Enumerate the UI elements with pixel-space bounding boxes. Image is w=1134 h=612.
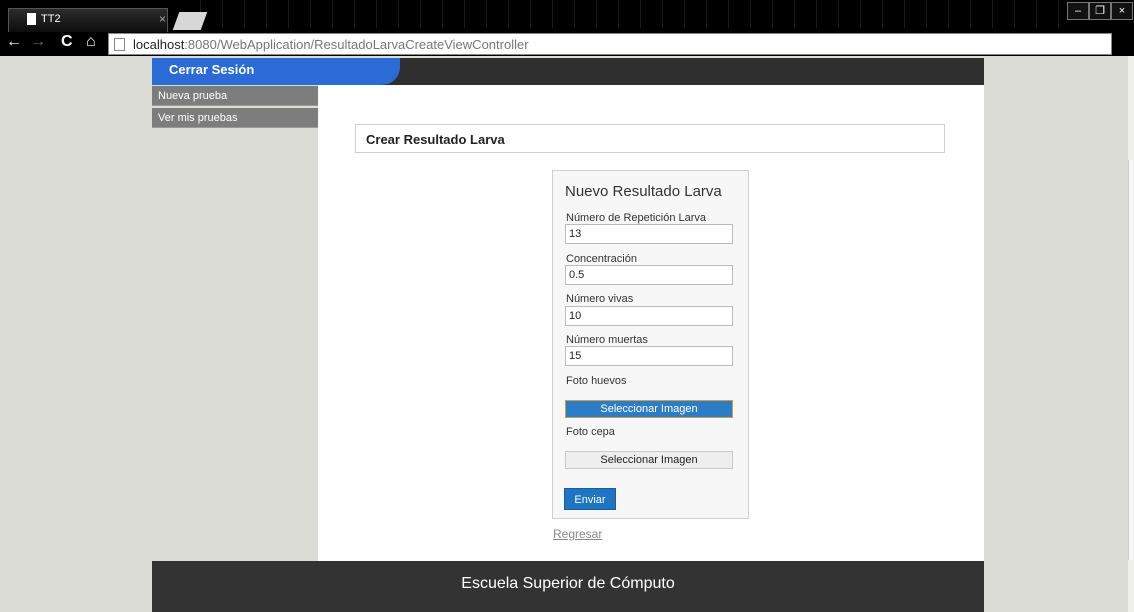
page-icon: [114, 38, 125, 51]
back-link[interactable]: Regresar: [553, 527, 602, 541]
logout-button[interactable]: Cerrar Sesión: [152, 58, 400, 85]
url-text: localhost:8080/WebApplication/ResultadoL…: [133, 37, 529, 52]
panel-header: Crear Resultado Larva: [355, 124, 945, 153]
tab-close-icon[interactable]: ×: [159, 12, 166, 26]
muertas-label: Número muertas: [566, 334, 648, 346]
close-icon[interactable]: ×: [1111, 2, 1133, 20]
footer-text: Escuela Superior de Cómputo: [461, 575, 675, 592]
form-title: Nuevo Resultado Larva: [565, 183, 722, 200]
home-icon[interactable]: ⌂: [86, 33, 96, 51]
sidebar: [152, 85, 318, 561]
scrollbar-thumb[interactable]: [1128, 160, 1134, 560]
url-path: :8080/WebApplication/ResultadoLarvaCreat…: [184, 37, 529, 52]
restore-icon[interactable]: ❐: [1089, 2, 1111, 20]
select-image-strain-button[interactable]: Seleccionar Imagen: [565, 451, 733, 469]
browser-toolbar: ← → C ⌂ localhost:8080/WebApplication/Re…: [0, 32, 1134, 83]
forward-icon[interactable]: →: [30, 33, 46, 51]
browser-tab[interactable]: TT2 ×: [8, 8, 168, 32]
sidebar-item-ver-mis-pruebas[interactable]: Ver mis pruebas: [152, 108, 318, 128]
sidebar-item-nueva-prueba[interactable]: Nueva prueba: [152, 86, 318, 106]
url-host: localhost: [133, 37, 185, 52]
tab-bar-background: [200, 0, 1064, 28]
foto-huevos-label: Foto huevos: [566, 375, 627, 387]
vivas-input[interactable]: [565, 306, 733, 326]
muertas-input[interactable]: [565, 346, 733, 366]
repeticion-label: Número de Repetición Larva: [566, 212, 707, 224]
submit-button[interactable]: Enviar: [564, 488, 616, 510]
concentracion-input[interactable]: [565, 265, 733, 285]
page-title: Crear Resultado Larva: [366, 132, 505, 147]
select-image-eggs-button[interactable]: Seleccionar Imagen: [565, 400, 733, 418]
vivas-label: Número vivas: [566, 293, 634, 305]
footer: Escuela Superior de Cómputo: [152, 561, 984, 612]
reload-icon[interactable]: C: [61, 33, 73, 51]
logout-label: Cerrar Sesión: [169, 62, 255, 77]
foto-cepa-label: Foto cepa: [566, 426, 615, 438]
page-icon: [27, 13, 36, 25]
concentracion-label: Concentración: [566, 253, 637, 265]
back-icon[interactable]: ←: [6, 33, 22, 51]
minimize-icon[interactable]: –: [1067, 2, 1089, 20]
repeticion-input[interactable]: [565, 224, 733, 244]
address-bar[interactable]: localhost:8080/WebApplication/ResultadoL…: [108, 33, 1112, 55]
tab-title: TT2: [41, 13, 61, 25]
browser-tab-bar: TT2 × – ❐ ×: [0, 0, 1134, 32]
